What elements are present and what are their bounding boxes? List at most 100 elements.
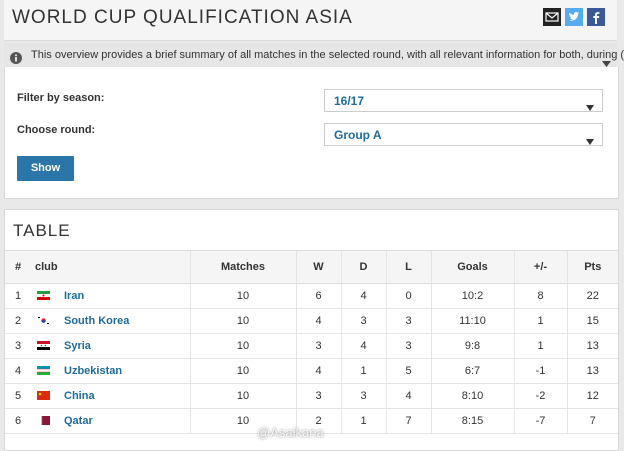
- season-value: 16/17: [334, 94, 364, 108]
- row-matches: 10: [190, 309, 296, 334]
- watermark: @Asaikana: [257, 425, 324, 440]
- row-goals: 9:8: [431, 334, 514, 359]
- row-club: Qatar: [31, 409, 190, 434]
- table-row: 1 Iran 1064010:2822: [5, 284, 618, 309]
- row-club: South Korea: [31, 309, 190, 334]
- row-club: Iran: [31, 284, 190, 309]
- row-goals: 11:10: [431, 309, 514, 334]
- info-text: This overview provides a brief summary o…: [31, 43, 624, 67]
- header-diff[interactable]: +/-: [514, 251, 567, 284]
- row-l: 7: [386, 409, 431, 434]
- row-goals: 8:15: [431, 409, 514, 434]
- row-pos: 1: [5, 284, 31, 309]
- iran-flag-icon: [37, 291, 50, 300]
- korea-flag-icon: [37, 316, 50, 325]
- chevron-down-icon: [586, 98, 594, 116]
- header-goals[interactable]: Goals: [431, 251, 514, 284]
- header-w[interactable]: W: [296, 251, 341, 284]
- team-link[interactable]: Uzbekistan: [64, 365, 122, 377]
- row-matches: 10: [190, 384, 296, 409]
- table-row: 2South Korea1043311:10115: [5, 309, 618, 334]
- row-l: 3: [386, 334, 431, 359]
- row-l: 5: [386, 359, 431, 384]
- twitter-icon[interactable]: [565, 8, 583, 26]
- header-pos: #: [5, 251, 31, 284]
- row-l: 0: [386, 284, 431, 309]
- row-goals: 6:7: [431, 359, 514, 384]
- row-d: 4: [341, 334, 386, 359]
- row-w: 3: [296, 384, 341, 409]
- china-flag-icon: [37, 391, 50, 400]
- table-row: 4Uzbekistan104156:7-113: [5, 359, 618, 384]
- row-d: 1: [341, 409, 386, 434]
- season-select[interactable]: 16/17: [324, 89, 603, 112]
- qatar-flag-icon: [37, 416, 50, 425]
- row-club: Uzbekistan: [31, 359, 190, 384]
- row-pos: 4: [5, 359, 31, 384]
- round-label: Choose round:: [17, 124, 95, 136]
- row-matches: 10: [190, 334, 296, 359]
- row-w: 3: [296, 334, 341, 359]
- standings-table: # club Matches W D L Goals +/- Pts 1 Iran…: [5, 250, 618, 434]
- table-header-row: # club Matches W D L Goals +/- Pts: [5, 251, 618, 284]
- table-row: 3Syria103439:8113: [5, 334, 618, 359]
- header-d[interactable]: D: [341, 251, 386, 284]
- header-l[interactable]: L: [386, 251, 431, 284]
- table-row: 5China103348:10-212: [5, 384, 618, 409]
- round-select[interactable]: Group A: [324, 123, 603, 146]
- team-link[interactable]: Qatar: [64, 415, 93, 427]
- row-d: 4: [341, 284, 386, 309]
- row-club: Syria: [31, 334, 190, 359]
- row-diff: -1: [514, 359, 567, 384]
- row-d: 3: [341, 309, 386, 334]
- syria-flag-icon: [37, 341, 50, 350]
- standings-panel: TABLE # club Matches W D L Goals +/- Pts…: [4, 209, 619, 451]
- header-matches[interactable]: Matches: [190, 251, 296, 284]
- row-diff: 1: [514, 309, 567, 334]
- row-w: 4: [296, 359, 341, 384]
- row-pts: 15: [567, 309, 618, 334]
- chevron-down-icon: [586, 132, 594, 150]
- season-label: Filter by season:: [17, 92, 104, 104]
- header-club: club: [31, 251, 190, 284]
- uzbekistan-flag-icon: [37, 366, 50, 375]
- row-l: 4: [386, 384, 431, 409]
- row-pts: 13: [567, 359, 618, 384]
- row-pts: 13: [567, 334, 618, 359]
- row-pts: 7: [567, 409, 618, 434]
- row-d: 3: [341, 384, 386, 409]
- row-diff: -7: [514, 409, 567, 434]
- row-pos: 2: [5, 309, 31, 334]
- row-w: 4: [296, 309, 341, 334]
- filter-panel: Filter by season: 16/17 Choose round: Gr…: [4, 67, 619, 199]
- team-link[interactable]: South Korea: [64, 315, 129, 327]
- team-link[interactable]: China: [64, 390, 95, 402]
- row-pts: 12: [567, 384, 618, 409]
- row-pos: 6: [5, 409, 31, 434]
- show-button[interactable]: Show: [17, 156, 74, 181]
- row-d: 1: [341, 359, 386, 384]
- team-link[interactable]: Syria: [64, 340, 91, 352]
- team-link[interactable]: Iran: [64, 290, 84, 302]
- row-goals: 10:2: [431, 284, 514, 309]
- row-l: 3: [386, 309, 431, 334]
- row-diff: -2: [514, 384, 567, 409]
- row-club: China: [31, 384, 190, 409]
- page-title: WORLD CUP QUALIFICATION ASIA: [12, 7, 353, 29]
- row-pos: 5: [5, 384, 31, 409]
- info-bar[interactable]: This overview provides a brief summary o…: [4, 43, 617, 68]
- row-matches: 10: [190, 359, 296, 384]
- row-goals: 8:10: [431, 384, 514, 409]
- round-value: Group A: [334, 128, 382, 142]
- facebook-icon[interactable]: [587, 8, 605, 26]
- row-pts: 22: [567, 284, 618, 309]
- row-diff: 1: [514, 334, 567, 359]
- header-pts[interactable]: Pts: [567, 251, 618, 284]
- row-matches: 10: [190, 284, 296, 309]
- page-header: WORLD CUP QUALIFICATION ASIA: [4, 0, 617, 41]
- email-icon[interactable]: [543, 8, 561, 26]
- row-pos: 3: [5, 334, 31, 359]
- row-w: 6: [296, 284, 341, 309]
- row-diff: 8: [514, 284, 567, 309]
- table-title: TABLE: [13, 221, 71, 241]
